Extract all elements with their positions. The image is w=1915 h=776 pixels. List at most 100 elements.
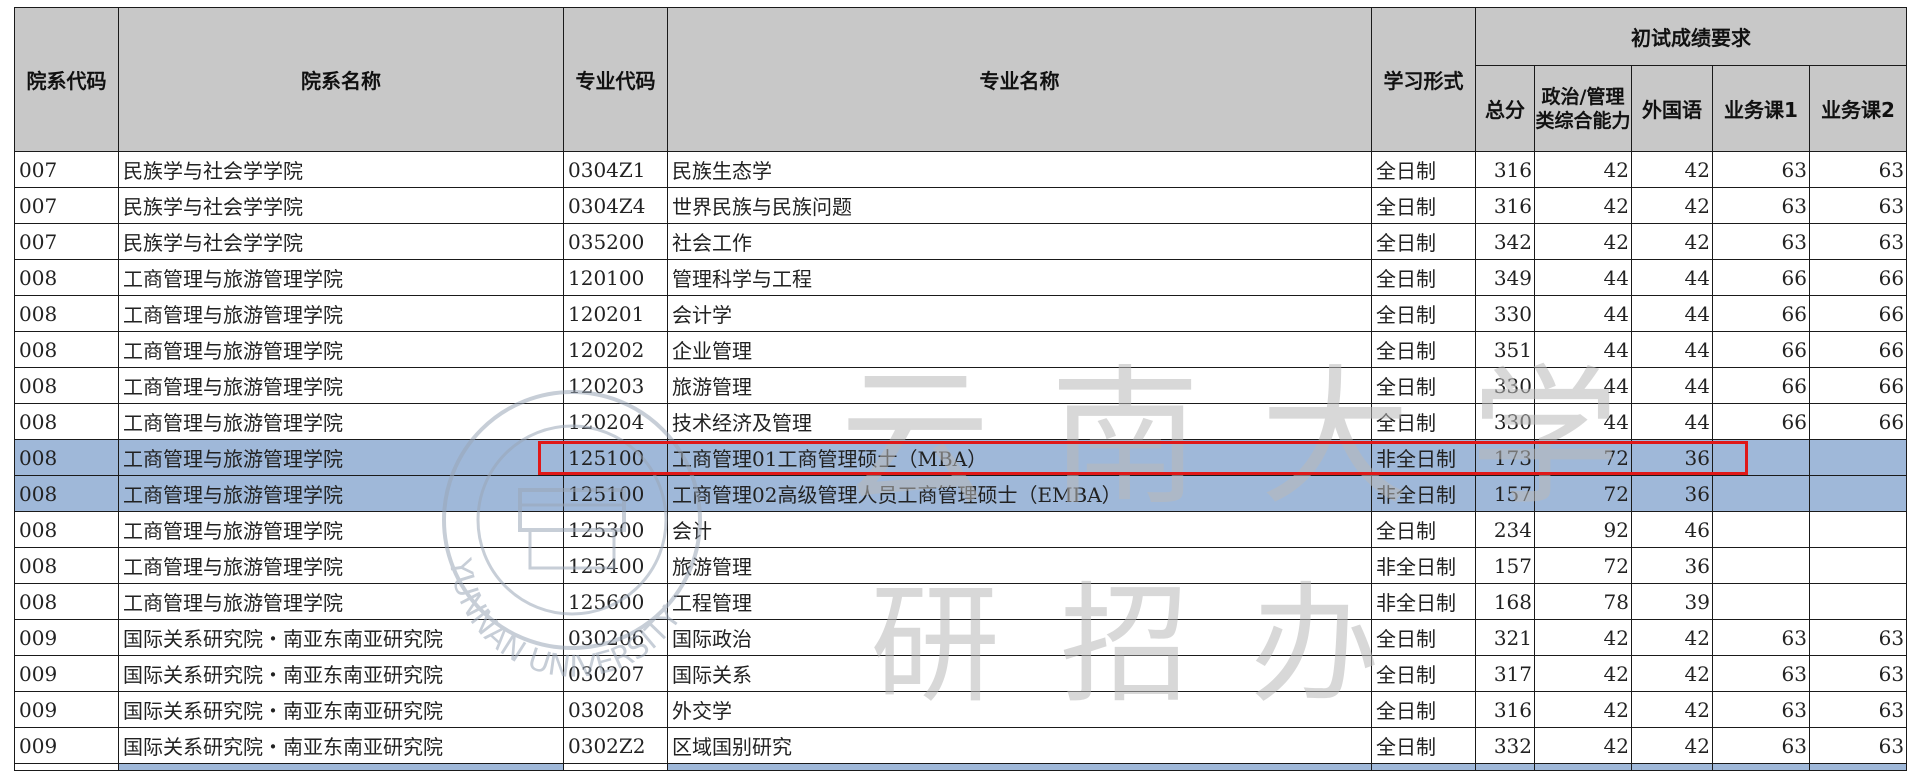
col-group-header-score-requirements: 初试成绩要求 <box>1474 7 1908 66</box>
cell-politics: 44 <box>1534 331 1632 368</box>
cell-major-code: 035200 <box>563 223 668 260</box>
cell-major-name: 工商管理01工商管理硕士（MBA） <box>667 439 1372 476</box>
table-row: 007 民族学与社会学学院 0304Z4 世界民族与民族问题 全日制 316 42 42 63 6… <box>14 187 1908 224</box>
cell-course2 <box>1808 475 1908 512</box>
cell-politics: 42 <box>1534 655 1632 692</box>
cell-major-code: 0304Z1 <box>563 151 668 188</box>
cell-politics: 42 <box>1534 151 1632 188</box>
col-header-dept-code: 院系代码 <box>14 7 119 152</box>
cell-major-name: 社会工作 <box>667 223 1372 260</box>
cell-major-name: 世界民族与民族问题 <box>667 187 1372 224</box>
cell-total: 351 <box>1475 331 1535 368</box>
cell-course1: 63 <box>1712 727 1810 764</box>
table-row: 008 工商管理与旅游管理学院 120100 管理科学与工程 全日制 349 44 44 66 6… <box>14 259 1908 296</box>
cell-dept-code: 008 <box>14 403 119 440</box>
table-row: 007 民族学与社会学学院 0304Z1 民族生态学 全日制 316 42 42 63 63 <box>14 151 1908 188</box>
cell-course1 <box>1712 547 1810 584</box>
cell-course2 <box>1808 439 1908 476</box>
cell-course2 <box>1808 511 1908 548</box>
cell-foreign-language: 44 <box>1631 331 1713 368</box>
cell-dept-name: 工商管理与旅游管理学院 <box>118 511 564 548</box>
cell-major-name: 技术经济及管理 <box>667 403 1372 440</box>
cell-dept-code: 007 <box>14 187 119 224</box>
cell-dept-name: 国际关系研究院・南亚东南亚研究院 <box>118 691 564 728</box>
cell-partial <box>1712 763 1810 771</box>
cell-course2 <box>1808 547 1908 584</box>
cell-dept-name: 工商管理与旅游管理学院 <box>118 259 564 296</box>
cell-dept-name: 国际关系研究院・南亚东南亚研究院 <box>118 619 564 656</box>
cell-major-code: 030206 <box>563 619 668 656</box>
cell-course2: 63 <box>1808 223 1908 260</box>
cell-study-mode: 全日制 <box>1371 619 1476 656</box>
cell-major-code: 0304Z4 <box>563 187 668 224</box>
cell-course1: 63 <box>1712 691 1810 728</box>
cell-course2: 66 <box>1808 403 1908 440</box>
cell-foreign-language: 39 <box>1631 583 1713 620</box>
table-row: 008 工商管理与旅游管理学院 125100 工商管理01工商管理硕士（MBA） 非全日… <box>14 439 1908 476</box>
table-row: 008 工商管理与旅游管理学院 120201 会计学 全日制 330 44 44 66 66 <box>14 295 1908 332</box>
cell-dept-code: 008 <box>14 439 119 476</box>
admission-score-table-wrapper: 院系代码 院系名称 专业代码 专业名称 学习形式 初试成绩要求 总分 政治/管理… <box>14 7 1908 771</box>
cell-course1: 63 <box>1712 151 1810 188</box>
cell-politics: 42 <box>1534 727 1632 764</box>
cell-politics: 92 <box>1534 511 1632 548</box>
admission-score-table: 院系代码 院系名称 专业代码 专业名称 学习形式 初试成绩要求 总分 政治/管理… <box>14 7 1908 771</box>
cell-foreign-language: 36 <box>1631 439 1713 476</box>
cell-dept-name: 国际关系研究院・南亚东南亚研究院 <box>118 655 564 692</box>
cell-study-mode: 全日制 <box>1371 403 1476 440</box>
table-row-partial <box>14 763 1908 771</box>
cell-dept-name: 工商管理与旅游管理学院 <box>118 331 564 368</box>
cell-partial <box>1475 763 1535 771</box>
cell-total: 342 <box>1475 223 1535 260</box>
cell-study-mode: 全日制 <box>1371 295 1476 332</box>
cell-major-code: 125600 <box>563 583 668 620</box>
cell-politics: 78 <box>1534 583 1632 620</box>
table-row: 008 工商管理与旅游管理学院 125100 工商管理02高级管理人员工商管理硕士（E… <box>14 475 1908 512</box>
cell-dept-code: 008 <box>14 547 119 584</box>
cell-total: 316 <box>1475 691 1535 728</box>
cell-partial <box>563 763 668 771</box>
cell-partial <box>1371 763 1476 771</box>
cell-foreign-language: 42 <box>1631 223 1713 260</box>
cell-total: 157 <box>1475 547 1535 584</box>
cell-partial <box>1808 763 1908 771</box>
cell-major-code: 120201 <box>563 295 668 332</box>
cell-politics: 72 <box>1534 547 1632 584</box>
cell-course1: 63 <box>1712 223 1810 260</box>
cell-total: 173 <box>1475 439 1535 476</box>
cell-politics: 42 <box>1534 223 1632 260</box>
cell-dept-code: 009 <box>14 655 119 692</box>
table-row: 008 工商管理与旅游管理学院 125300 会计 全日制 234 92 46 <box>14 511 1908 548</box>
cell-partial <box>667 763 1372 771</box>
cell-study-mode: 非全日制 <box>1371 475 1476 512</box>
cell-course1: 66 <box>1712 331 1810 368</box>
table-row: 008 工商管理与旅游管理学院 125600 工程管理 非全日制 168 78 39 <box>14 583 1908 620</box>
col-header-course2: 业务课2 <box>1808 65 1908 152</box>
cell-foreign-language: 44 <box>1631 367 1713 404</box>
cell-course2 <box>1808 583 1908 620</box>
cell-total: 168 <box>1475 583 1535 620</box>
cell-course1 <box>1712 583 1810 620</box>
cell-course2: 63 <box>1808 727 1908 764</box>
cell-dept-code: 009 <box>14 727 119 764</box>
cell-foreign-language: 42 <box>1631 151 1713 188</box>
table-row: 008 工商管理与旅游管理学院 120204 技术经济及管理 全日制 330 44 44 66 6… <box>14 403 1908 440</box>
cell-course1 <box>1712 439 1810 476</box>
cell-politics: 42 <box>1534 619 1632 656</box>
cell-dept-name: 国际关系研究院・南亚东南亚研究院 <box>118 727 564 764</box>
cell-total: 330 <box>1475 295 1535 332</box>
col-header-study-mode: 学习形式 <box>1371 7 1476 152</box>
cell-dept-name: 民族学与社会学学院 <box>118 187 564 224</box>
cell-foreign-language: 44 <box>1631 403 1713 440</box>
cell-foreign-language: 36 <box>1631 475 1713 512</box>
cell-major-code: 030208 <box>563 691 668 728</box>
col-header-major-code: 专业代码 <box>563 7 668 152</box>
cell-major-name: 企业管理 <box>667 331 1372 368</box>
cell-major-name: 国际关系 <box>667 655 1372 692</box>
cell-major-name: 会计 <box>667 511 1372 548</box>
cell-total: 317 <box>1475 655 1535 692</box>
col-header-total: 总分 <box>1475 65 1535 152</box>
table-row: 009 国际关系研究院・南亚东南亚研究院 0302Z2 区域国别研究 全日制 332 42 4… <box>14 727 1908 764</box>
cell-major-name: 旅游管理 <box>667 547 1372 584</box>
cell-foreign-language: 42 <box>1631 727 1713 764</box>
